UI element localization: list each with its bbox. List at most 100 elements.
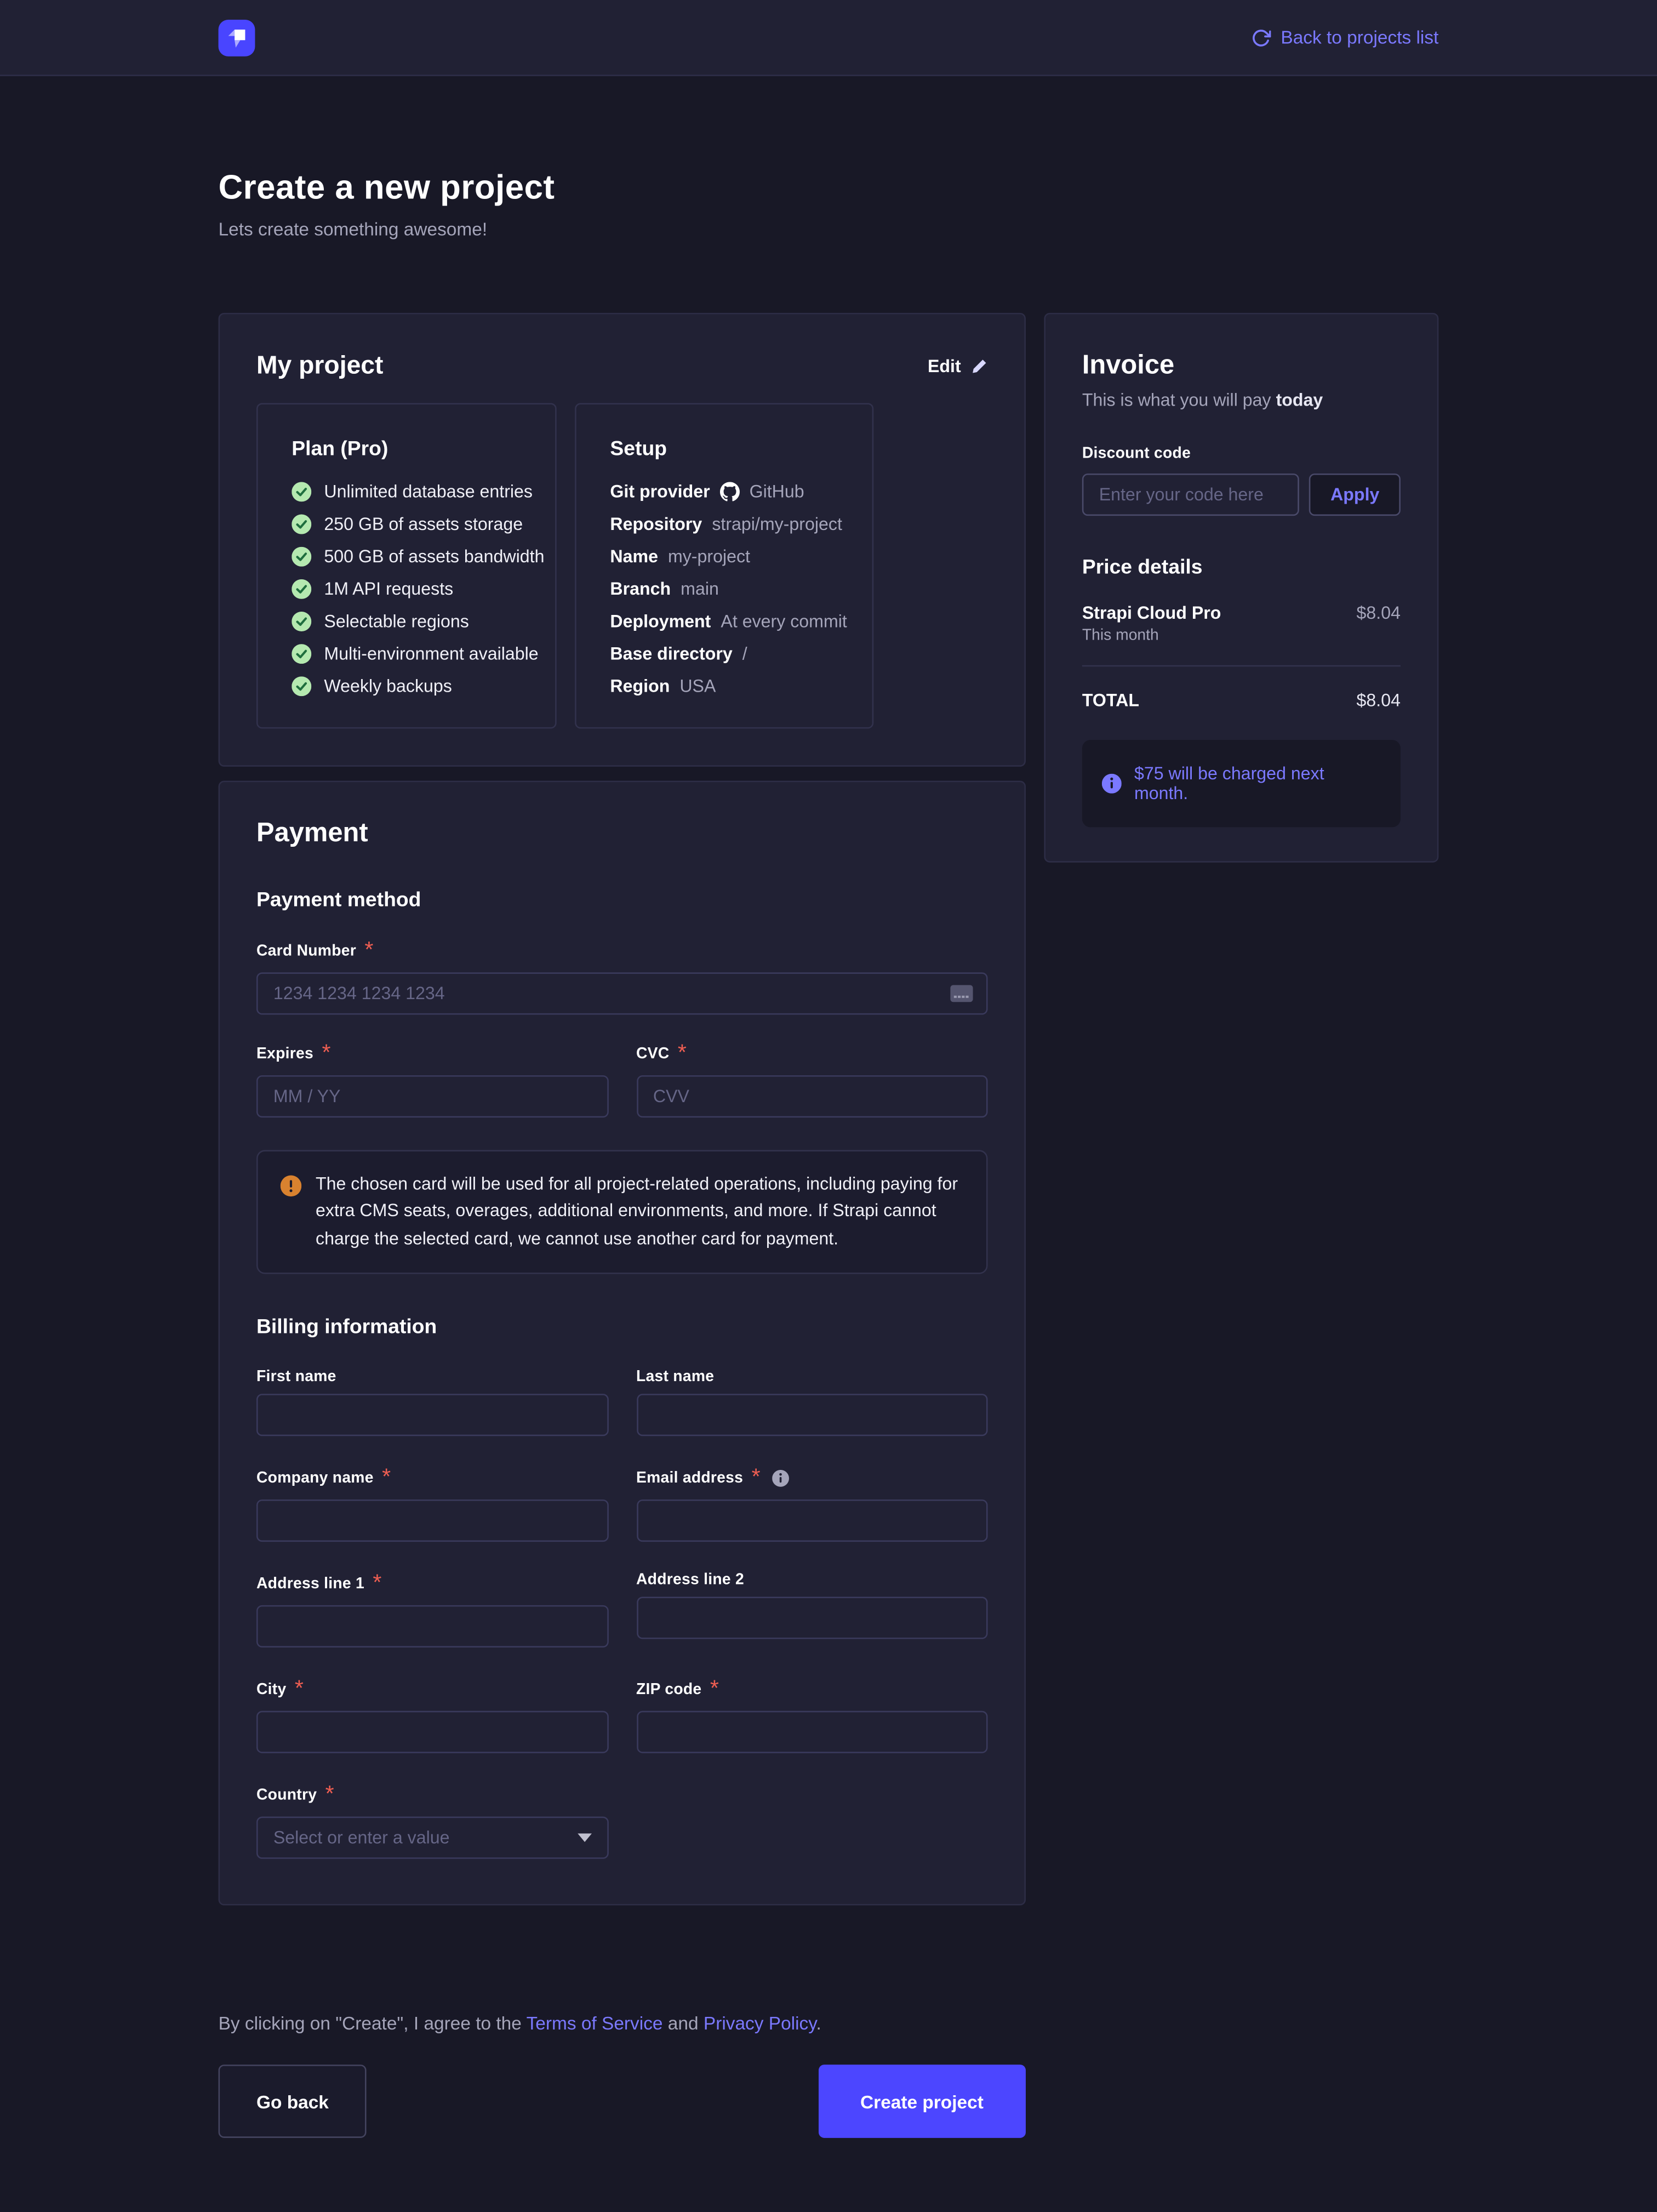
invoice-title: Invoice — [1082, 351, 1401, 382]
check-icon — [292, 644, 311, 664]
pencil-icon — [971, 357, 988, 374]
plan-feature: Selectable regions — [292, 612, 521, 631]
total-label: TOTAL — [1082, 691, 1139, 710]
info-icon[interactable] — [772, 1470, 788, 1487]
city-label: City — [256, 1681, 286, 1698]
check-icon — [292, 676, 311, 696]
last-name-field-group: Last name — [636, 1369, 988, 1436]
setup-title: Setup — [610, 438, 838, 461]
required-marker: * — [295, 1677, 304, 1702]
footer: By clicking on "Create", I agree to the … — [219, 2013, 1026, 2212]
setup-row-region: Region USA — [610, 676, 838, 696]
divider — [1082, 665, 1401, 667]
discount-code-label: Discount code — [1082, 446, 1401, 463]
invoice-card: Invoice This is what you will pay today … — [1044, 313, 1438, 863]
company-name-input[interactable] — [256, 1500, 608, 1542]
last-name-input[interactable] — [636, 1394, 988, 1436]
country-field-group: Country * Select or enter a value — [256, 1783, 608, 1859]
price-line-item: Strapi Cloud Pro This month $8.04 — [1082, 603, 1401, 645]
setup-row-git-provider: Git provider GitHub — [610, 482, 838, 501]
country-select[interactable]: Select or enter a value — [256, 1817, 608, 1859]
payment-method-title: Payment method — [256, 890, 988, 912]
check-icon — [292, 612, 311, 631]
address2-input[interactable] — [636, 1597, 988, 1639]
warning-text: The chosen card will be used for all pro… — [316, 1171, 964, 1253]
check-icon — [292, 515, 311, 534]
back-to-projects-link[interactable]: Back to projects list — [1251, 27, 1438, 48]
credit-card-icon — [950, 984, 974, 1002]
card-number-input[interactable] — [256, 972, 988, 1014]
required-marker: * — [752, 1466, 761, 1491]
plan-feature: Unlimited database entries — [292, 482, 521, 501]
price-item-period: This month — [1082, 627, 1221, 644]
discount-code-input[interactable] — [1082, 474, 1300, 516]
city-input[interactable] — [256, 1711, 608, 1753]
next-month-note-text: $75 will be charged next month. — [1134, 764, 1381, 803]
setup-rows: Git provider GitHub Repository strapi/my… — [610, 482, 838, 696]
card-number-field-group: Card Number* — [256, 939, 988, 1015]
create-project-button[interactable]: Create project — [818, 2065, 1026, 2138]
info-circle-icon — [1102, 774, 1122, 794]
company-name-field-group: Company name* — [256, 1466, 608, 1542]
total-row: TOTAL $8.04 — [1082, 691, 1401, 710]
zip-input[interactable] — [636, 1711, 988, 1753]
zip-label: ZIP code — [636, 1681, 701, 1698]
next-month-note: $75 will be charged next month. — [1082, 740, 1401, 827]
cvc-field-group: CVC* — [636, 1041, 988, 1118]
plan-feature: 250 GB of assets storage — [292, 515, 521, 534]
terms-of-service-link[interactable]: Terms of Service — [527, 2013, 663, 2034]
first-name-input[interactable] — [256, 1394, 608, 1436]
edit-button[interactable]: Edit — [928, 356, 988, 375]
setup-row-deployment: Deployment At every commit — [610, 612, 838, 631]
required-marker: * — [325, 1783, 334, 1808]
setup-row-base-directory: Base directory / — [610, 644, 838, 664]
email-label: Email address — [636, 1470, 743, 1487]
email-input[interactable] — [636, 1500, 988, 1542]
price-details-title: Price details — [1082, 557, 1401, 579]
expires-input[interactable] — [256, 1075, 608, 1118]
price-item-amount: $8.04 — [1357, 603, 1401, 623]
strapi-logo-icon[interactable] — [219, 19, 255, 56]
required-marker: * — [710, 1677, 719, 1702]
address2-field-group: Address line 2 — [636, 1571, 988, 1647]
card-usage-warning: The chosen card will be used for all pro… — [256, 1150, 988, 1274]
page-title: Create a new project — [219, 169, 1439, 209]
cvc-label: CVC — [636, 1046, 670, 1063]
privacy-policy-link[interactable]: Privacy Policy — [704, 2013, 816, 2034]
go-back-button[interactable]: Go back — [219, 2065, 367, 2138]
city-field-group: City * — [256, 1677, 608, 1753]
check-icon — [292, 579, 311, 599]
check-icon — [292, 547, 311, 567]
cvc-input[interactable] — [636, 1075, 988, 1118]
required-marker: * — [322, 1041, 330, 1067]
my-project-card: My project Edit Plan (Pro) — [219, 313, 1026, 767]
plan-box: Plan (Pro) Unlimited database entries 25… — [256, 403, 557, 728]
price-item-name: Strapi Cloud Pro — [1082, 603, 1221, 623]
github-icon — [720, 482, 740, 501]
chevron-down-icon — [577, 1834, 591, 1842]
plan-feature: 500 GB of assets bandwidth — [292, 547, 521, 567]
apply-button[interactable]: Apply — [1310, 474, 1401, 516]
plan-feature-list: Unlimited database entries 250 GB of ass… — [292, 482, 521, 696]
expires-label: Expires — [256, 1046, 313, 1063]
payment-title: Payment — [256, 819, 988, 850]
billing-title: Billing information — [256, 1316, 988, 1339]
zip-field-group: ZIP code * — [636, 1677, 988, 1753]
company-name-label: Company name — [256, 1470, 374, 1487]
check-icon — [292, 482, 311, 501]
setup-box: Setup Git provider GitHub — [575, 403, 873, 728]
plan-feature: 1M API requests — [292, 579, 521, 599]
setup-row-branch: Branch main — [610, 579, 838, 599]
total-amount: $8.04 — [1357, 691, 1401, 710]
address1-input[interactable] — [256, 1605, 608, 1647]
country-label: Country — [256, 1787, 317, 1804]
my-project-title: My project — [256, 351, 384, 380]
page-subtitle: Lets create something awesome! — [219, 219, 1439, 240]
payment-card: Payment Payment method Card Number* — [219, 781, 1026, 1906]
email-field-group: Email address * — [636, 1466, 988, 1542]
page: Back to projects list Create a new proje… — [0, 0, 1657, 2212]
address1-field-group: Address line 1* — [256, 1571, 608, 1647]
setup-row-name: Name my-project — [610, 547, 838, 567]
card-number-label: Card Number — [256, 943, 356, 960]
first-name-field-group: First name — [256, 1369, 608, 1436]
